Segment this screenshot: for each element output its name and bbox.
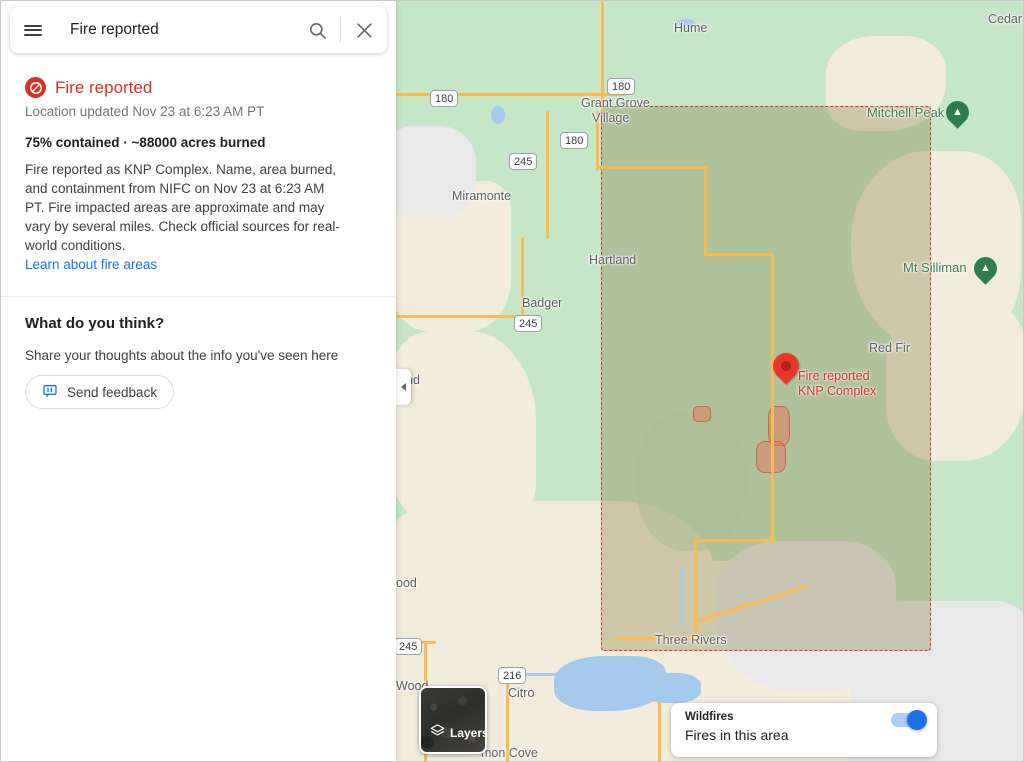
road [616, 637, 696, 640]
peak-marker-mt-silliman[interactable]: ▲ [974, 257, 997, 287]
road [546, 111, 549, 171]
road [696, 539, 776, 542]
fire-info-panel: Fire reported Location updated Nov 23 at… [1, 63, 396, 409]
road [704, 253, 774, 256]
road [601, 1, 604, 111]
mountain-icon: ▲ [941, 96, 974, 129]
fire-location-pin[interactable] [773, 353, 799, 389]
fire-heading-row: Fire reported [1, 63, 396, 98]
toggle-knob [907, 710, 927, 730]
wildfires-subtitle: Fires in this area [685, 727, 923, 743]
mountain-icon: ▲ [969, 252, 1002, 285]
road [704, 166, 707, 256]
fire-marker-label-line1: Fire reported [798, 369, 876, 384]
map-label: Cedar [988, 12, 1022, 26]
highway-shield: 216 [498, 667, 526, 684]
hamburger-menu-icon[interactable] [10, 7, 56, 53]
location-updated-text: Location updated Nov 23 at 6:23 AM PT [1, 98, 396, 119]
highway-shield: 180 [607, 78, 635, 95]
wildfires-title: Wildfires [685, 711, 923, 723]
road [546, 169, 549, 239]
terrain-patch [396, 126, 476, 216]
road [506, 673, 509, 762]
wildfires-toggle[interactable] [891, 713, 925, 727]
pond [491, 106, 505, 124]
lake-kaweah [641, 673, 701, 703]
map-label: Badger [522, 296, 562, 310]
road [596, 166, 706, 169]
highway-shield: 245 [396, 638, 422, 655]
road [771, 411, 774, 541]
feedback-chat-icon [42, 383, 58, 402]
fire-description-text: Fire reported as KNP Complex. Name, area… [1, 150, 371, 255]
highway-shield: 245 [514, 315, 542, 332]
page-title: Fire reported [55, 78, 152, 98]
highway-shield: 180 [560, 132, 588, 149]
highway-shield: 180 [430, 90, 458, 107]
wildfires-layer-card[interactable]: Wildfires Fires in this area [671, 703, 937, 757]
chevron-left-icon [401, 383, 406, 391]
peak-marker-mitchell-peak[interactable]: ▲ [946, 101, 969, 131]
pin-center-dot [779, 359, 793, 373]
fire-alert-icon [25, 77, 46, 98]
river [681, 566, 684, 626]
hume-lake [676, 19, 696, 29]
search-icon[interactable] [294, 7, 340, 53]
highway-shield: 245 [509, 153, 537, 170]
map-canvas[interactable]: ▲ ▲ 180 180 180 245 245 245 216 Hume Ced… [396, 1, 1024, 762]
fire-marker-label: Fire reported KNP Complex [798, 369, 876, 399]
road [771, 253, 774, 413]
layers-label: Layers [450, 726, 487, 740]
road [694, 539, 697, 639]
maps-app-window: ▲ ▲ 180 180 180 245 245 245 216 Hume Ced… [0, 0, 1024, 762]
road [521, 237, 524, 317]
feedback-heading: What do you think? [1, 297, 396, 332]
send-feedback-label: Send feedback [67, 385, 157, 400]
learn-about-fire-areas-link[interactable]: Learn about fire areas [1, 255, 181, 272]
fire-perimeter-outline [601, 106, 931, 651]
info-sidebar: Fire reported [1, 1, 396, 762]
layers-stack-icon [430, 723, 445, 743]
fire-stats-text: 75% contained · ~88000 acres burned [1, 119, 396, 150]
close-icon[interactable] [341, 7, 387, 53]
road [396, 315, 524, 318]
search-bar[interactable]: Fire reported [10, 7, 387, 53]
collapse-sidebar-button[interactable] [396, 369, 411, 405]
send-feedback-button[interactable]: Send feedback [25, 375, 174, 409]
layers-button[interactable]: Layers [419, 686, 487, 754]
search-input[interactable]: Fire reported [56, 21, 294, 39]
road [596, 111, 599, 171]
active-fire-zone [693, 406, 711, 422]
fire-marker-label-line2: KNP Complex [798, 384, 876, 399]
feedback-subtitle: Share your thoughts about the info you'v… [1, 332, 396, 363]
